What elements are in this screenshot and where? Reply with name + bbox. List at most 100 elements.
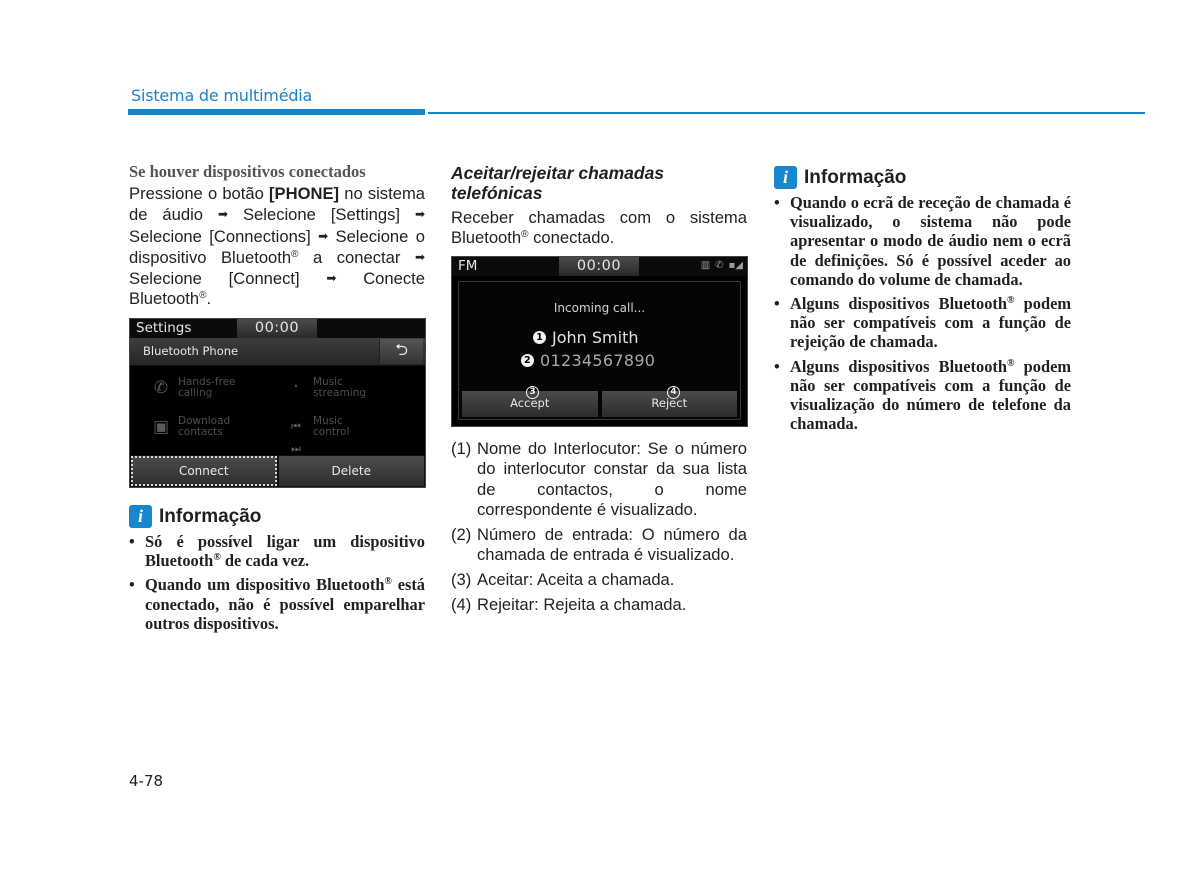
info-bullets: Quando o ecrã de receção de chamada é vi… — [774, 193, 1071, 433]
info-header: i Informação — [129, 505, 425, 528]
info-header: i Informação — [774, 166, 1071, 189]
text: . — [206, 289, 212, 309]
registered-mark: ® — [199, 290, 207, 302]
return-arrow-icon: ⮌ — [395, 342, 408, 359]
text: Quando o ecrã de receção de chamada é vi… — [790, 193, 1071, 289]
info-icon: i — [129, 505, 152, 528]
prev-next-track-icon: ⏮ ⏭ — [291, 420, 301, 455]
legend-list: (1) Nome do Interlocutor: Se o número do … — [451, 439, 747, 615]
section-title: Sistema de multimédia — [131, 86, 313, 105]
text: Quando um dispositivo Bluetooth — [145, 575, 385, 595]
info-bullet: Alguns dispositivos Bluetooth® podem não… — [774, 294, 1071, 352]
legend-text: Rejeitar: Rejeita a chamada. — [477, 594, 687, 614]
incoming-call-screenshot: FM 00:00 ▥ ✆ ▪◢ Incoming call... 1 John … — [451, 256, 748, 427]
delete-button[interactable]: Delete — [278, 456, 424, 486]
info-bullet: Quando o ecrã de receção de chamada é vi… — [774, 193, 1071, 289]
text: Alguns dispositivos Bluetooth — [790, 294, 1007, 314]
screen-button-row: Connect Delete — [130, 455, 425, 487]
info-bullet: Quando um dispositivo Bluetooth® está co… — [129, 575, 425, 633]
legend-number: (2) — [451, 524, 472, 544]
contacts-book-icon: ▣ — [152, 417, 170, 437]
info-title: Informação — [804, 166, 907, 188]
arrow-right-icon: ➡ — [414, 207, 426, 222]
caller-number-text: 01234567890 — [540, 351, 656, 370]
text: conectado. — [528, 228, 615, 248]
info-icon: i — [774, 166, 797, 189]
page-number: 4-78 — [129, 772, 164, 790]
info-bullet: Alguns dispositivos Bluetooth® podem não… — [774, 357, 1071, 434]
phone-key: [PHONE] — [269, 184, 340, 203]
header-rule-thick — [128, 109, 425, 115]
text: a conectar — [298, 247, 415, 267]
registered-mark: ® — [291, 248, 299, 260]
text: Alguns dispositivos Bluetooth — [790, 356, 1007, 376]
text: Pressione o botão — [129, 184, 269, 203]
legend-item: (4) Rejeitar: Rejeita a chamada. — [451, 595, 747, 615]
registered-mark: ® — [213, 552, 221, 564]
info-bullets: Só é possível ligar um dispositivo Bluet… — [129, 532, 425, 633]
intro-text: Receber chamadas com o sistema Bluetooth… — [451, 208, 747, 249]
text: Selecione [Settings] — [228, 205, 415, 225]
bluetooth-music-icon: ᛫ — [290, 378, 302, 398]
status-icons: ▥ ✆ ▪◢ — [701, 260, 743, 271]
registered-mark: ® — [521, 229, 529, 241]
bluetooth-phone-screenshot: Settings 00:00 Bluetooth Phone ⮌ ✆ Hands… — [129, 318, 426, 488]
legend-text: Número de entrada: O número da chamada d… — [477, 524, 747, 564]
legend-text: Aceitar: Aceita a chamada. — [477, 569, 675, 589]
connect-instructions: Pressione o botão [PHONE] no sistema de … — [129, 184, 425, 310]
subheading-connected-devices: Se houver dispositivos conectados — [129, 162, 366, 181]
feature-handsfree: ✆ Hands-free calling — [150, 377, 236, 399]
clock: 00:00 — [237, 319, 317, 338]
screen-title: Bluetooth Phone — [143, 344, 239, 358]
header-rule-thin — [428, 112, 1145, 114]
info-bullet: Só é possível ligar um dispositivo Bluet… — [129, 532, 425, 570]
info-box-1: i Informação Só é possível ligar um disp… — [129, 491, 425, 638]
caller-name-text: John Smith — [552, 328, 639, 347]
legend-item: (3) Aceitar: Aceita a chamada. — [451, 570, 747, 590]
connect-button[interactable]: Connect — [131, 456, 277, 486]
status-bar: FM 00:00 ▥ ✆ ▪◢ — [452, 257, 747, 276]
marker-3: 3 — [526, 386, 539, 399]
info-title: Informação — [159, 505, 262, 527]
text: Selecione [Connect] — [129, 269, 327, 289]
info-box-2: i Informação Quando o ecrã de receção de… — [774, 152, 1071, 438]
feature-label: control — [313, 426, 350, 438]
handsfree-phone-icon: ✆ — [153, 378, 169, 398]
text: Selecione [Connections] — [129, 226, 319, 246]
column-2: Aceitar/rejeitar chamadas telefónicas Re… — [451, 162, 747, 249]
feature-music-streaming: ᛫ Music streaming — [285, 377, 366, 399]
legend-item: (2) Número de entrada: O número da chamad… — [451, 525, 747, 566]
incoming-call-label: Incoming call... — [553, 301, 646, 315]
signal-icon: ▪◢ — [728, 260, 743, 271]
feature-label: contacts — [178, 426, 223, 438]
text: de cada vez. — [220, 551, 310, 571]
call-pane: Incoming call... 1 John Smith 2 01234567… — [458, 281, 741, 420]
arrow-right-icon: ➡ — [326, 271, 337, 286]
callout-legend: (1) Nome do Interlocutor: Se o número do … — [451, 439, 747, 619]
clock: 00:00 — [559, 257, 639, 276]
feature-label: calling — [178, 387, 213, 399]
feature-download-contacts: ▣ Download contacts — [150, 416, 230, 438]
legend-item: (1) Nome do Interlocutor: Se o número do … — [451, 439, 747, 520]
arrow-right-icon: ➡ — [217, 207, 229, 222]
call-buttons: Accept Reject — [460, 391, 739, 417]
arrow-right-icon: ➡ — [414, 249, 425, 264]
feature-label: streaming — [313, 387, 367, 399]
caller-number: 2 01234567890 — [521, 351, 655, 370]
marker-1: 1 — [533, 331, 546, 344]
back-button[interactable]: ⮌ — [379, 339, 423, 364]
legend-number: (4) — [451, 594, 472, 614]
status-label: Settings — [136, 320, 192, 336]
battery-icon: ▥ — [700, 260, 711, 271]
legend-number: (3) — [451, 569, 472, 589]
phone-icon: ✆ — [715, 260, 724, 271]
arrow-right-icon: ➡ — [318, 228, 329, 243]
status-label: FM — [458, 258, 478, 274]
legend-number: (1) — [451, 439, 472, 458]
section-heading-accept-reject: Aceitar/rejeitar chamadas telefónicas — [451, 163, 665, 203]
feature-music-control: ⏮ ⏭ Music control — [285, 416, 350, 456]
column-1: Se houver dispositivos conectados Pressi… — [129, 162, 425, 310]
status-bar: Settings 00:00 — [130, 319, 425, 338]
legend-text: Nome do Interlocutor: Se o número do int… — [477, 439, 747, 519]
caller-name: 1 John Smith — [533, 328, 638, 347]
